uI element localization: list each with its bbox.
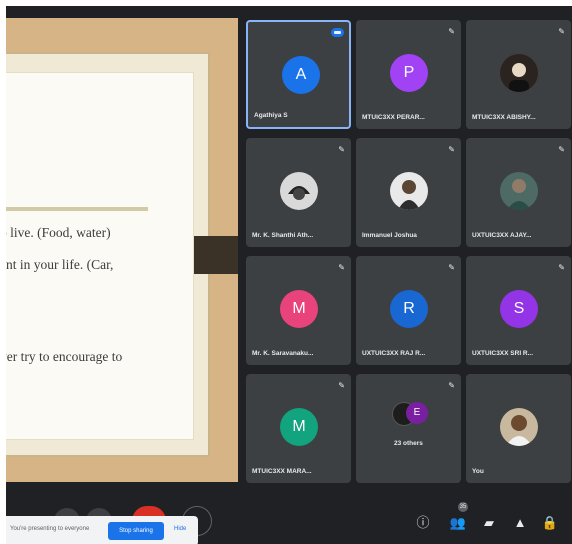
mic-off-icon: ✎	[448, 27, 455, 36]
chat-icon[interactable]: ▰	[480, 514, 498, 532]
slide-frame: o live. (Food, water) ent in your life. …	[6, 52, 210, 457]
slide: o live. (Food, water) ent in your life. …	[6, 72, 194, 440]
avatar: R	[390, 290, 428, 328]
slide-text-line-3: ver try to encourage to	[6, 349, 123, 364]
activities-icon[interactable]: ▲	[511, 514, 529, 532]
people-icon[interactable]: 👥	[449, 514, 467, 532]
slide-text-line-2: ent in your life. (Car,	[6, 257, 114, 272]
slide-tab-marker	[194, 236, 238, 274]
participant-tile[interactable]: M ✎ Mr. K. Saravanaku...	[246, 256, 351, 365]
mic-off-icon: ✎	[558, 27, 565, 36]
mic-off-icon: ✎	[448, 145, 455, 154]
participant-name: Mr. K. Saravanaku...	[252, 350, 314, 357]
participant-tile[interactable]: ✎ MTUIC3XX ABISHY...	[466, 20, 571, 129]
participant-tile[interactable]: P ✎ MTUIC3XX PERAR...	[356, 20, 461, 129]
participant-tile[interactable]: ✎ Mr. K. Shanthi Ath...	[246, 138, 351, 247]
participant-tile[interactable]: S ✎ UXTUIC3XX SRI R...	[466, 256, 571, 365]
slide-divider	[6, 207, 148, 211]
avatar-photo	[500, 172, 538, 210]
lock-icon[interactable]: 🔒	[541, 514, 559, 532]
presentation-area: o live. (Food, water) ent in your life. …	[6, 18, 238, 482]
participant-tile[interactable]: R ✎ UXTUIC3XX RAJ R...	[356, 256, 461, 365]
participant-name: UXTUIC3XX AJAY...	[472, 232, 532, 239]
self-tile[interactable]: You	[466, 374, 571, 483]
avatar: E	[406, 402, 428, 424]
mic-off-icon: ✎	[558, 263, 565, 272]
avatar: M	[280, 408, 318, 446]
avatar-photo	[280, 172, 318, 210]
meet-window: o live. (Food, water) ent in your life. …	[6, 6, 572, 544]
mic-off-icon: ✎	[558, 145, 565, 154]
participant-tile[interactable]: ✎ Immanuel Joshua	[356, 138, 461, 247]
info-icon[interactable]: ⓘ	[414, 514, 432, 532]
participant-name: MTUIC3XX MARA...	[252, 468, 312, 475]
mic-off-icon: ✎	[448, 381, 455, 390]
people-count-badge: 35	[458, 502, 468, 512]
avatar: S	[500, 290, 538, 328]
others-count-label: 23 others	[394, 440, 423, 447]
presenting-banner: You're presenting to everyone Stop shari…	[6, 516, 198, 544]
participant-tile[interactable]: M ✎ MTUIC3XX MARA...	[246, 374, 351, 483]
avatar: M	[280, 290, 318, 328]
mic-off-icon: ✎	[448, 263, 455, 272]
hide-banner-link[interactable]: Hide	[174, 526, 186, 532]
avatar: A	[282, 56, 320, 94]
speaking-indicator-icon	[331, 28, 344, 37]
participant-name: MTUIC3XX ABISHY...	[472, 114, 536, 121]
avatar-photo	[500, 408, 538, 446]
others-tile[interactable]: E ✎ 23 others	[356, 374, 461, 483]
presenting-text: You're presenting to everyone	[10, 526, 90, 532]
slide-text-line-1: o live. (Food, water)	[6, 225, 111, 240]
avatar: P	[390, 54, 428, 92]
participant-name: Mr. K. Shanthi Ath...	[252, 232, 314, 239]
mic-off-icon: ✎	[338, 381, 345, 390]
stop-sharing-button[interactable]: Stop sharing	[108, 522, 164, 540]
participant-tile[interactable]: A Agathiya S	[246, 20, 351, 129]
mic-off-icon: ✎	[338, 263, 345, 272]
meeting-controls-bar: You're presenting to everyone Stop shari…	[6, 484, 572, 544]
avatar-photo	[500, 54, 538, 92]
participant-name: Agathiya S	[254, 112, 288, 119]
participant-name: Immanuel Joshua	[362, 232, 417, 239]
participant-name: MTUIC3XX PERAR...	[362, 114, 425, 121]
participant-tile[interactable]: ✎ UXTUIC3XX AJAY...	[466, 138, 571, 247]
avatar-photo	[390, 172, 428, 210]
participant-name: UXTUIC3XX SRI R...	[472, 350, 534, 357]
participant-name: You	[472, 468, 484, 475]
participant-name: UXTUIC3XX RAJ R...	[362, 350, 426, 357]
mic-off-icon: ✎	[338, 145, 345, 154]
